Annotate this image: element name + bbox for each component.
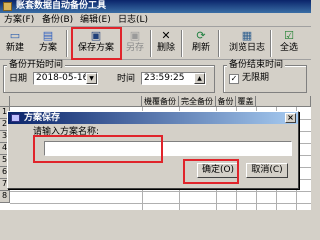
grid-header[interactable]: [256, 96, 311, 107]
grid-header[interactable]: 备份: [216, 96, 236, 107]
refresh-button[interactable]: ⟳ 刷新: [190, 29, 212, 58]
grid-header[interactable]: 機覆备份: [142, 96, 179, 107]
menu-log[interactable]: 日志(L): [118, 14, 148, 26]
unlimited-label: 无限期: [242, 73, 270, 83]
toolbar: ▭ 新建 ▤ 方案 ▣ 保存方案 ▣ 另存 ✕ 删除 ⟳ 刷新 ▦ 浏览日志 ☑…: [0, 27, 311, 60]
log-icon: ▦: [241, 29, 253, 42]
date-label: 日期: [9, 74, 28, 84]
scheme-icon: ▤: [42, 29, 54, 42]
refresh-icon: ⟳: [196, 29, 206, 42]
floppy-save-icon: ▣: [90, 29, 102, 42]
grid-line: [10, 191, 311, 192]
dialog-prompt: 请输入方案名称:: [33, 127, 100, 137]
view-log-button[interactable]: ▦ 浏览日志: [226, 29, 268, 58]
backup-start-title: 备份开始时间: [7, 60, 66, 70]
date-picker[interactable]: 2018-05-16 ▼: [33, 72, 98, 85]
toolbar-separator: [150, 30, 152, 57]
toolbar-separator: [66, 30, 68, 57]
menu-edit[interactable]: 编辑(E): [80, 14, 111, 26]
close-icon[interactable]: ×: [285, 113, 296, 123]
new-button[interactable]: ▭ 新建: [4, 29, 26, 58]
menu-backup[interactable]: 备份(B): [42, 14, 73, 26]
window-title: 账套数据自动备份工具: [16, 1, 107, 11]
delete-button[interactable]: ✕ 删除: [155, 29, 177, 58]
toolbar-separator: [181, 30, 183, 57]
new-doc-icon: ▭: [9, 29, 21, 42]
scheme-button[interactable]: ▤ 方案: [36, 29, 60, 58]
toolbar-separator: [270, 30, 272, 57]
save-as-button[interactable]: ▣ 另存: [124, 29, 146, 58]
dialog-icon: [11, 114, 20, 122]
ok-button[interactable]: 确定(O): [197, 163, 239, 178]
window-title-bar[interactable]: 账套数据自动备份工具: [0, 0, 311, 13]
select-all-button[interactable]: ☑ 全选: [276, 29, 302, 58]
time-label: 时间: [117, 74, 136, 84]
row-number[interactable]: 8: [0, 191, 10, 203]
scheme-name-input[interactable]: [44, 141, 292, 156]
dialog-title-bar[interactable]: 方案保存 ×: [8, 112, 298, 124]
dialog-title: 方案保存: [24, 113, 61, 123]
time-value: 23:59:25: [144, 73, 185, 83]
cancel-button[interactable]: 取消(C): [246, 163, 288, 178]
unlimited-checkbox[interactable]: ✓: [229, 74, 239, 84]
save-scheme-button[interactable]: ▣ 保存方案: [73, 29, 119, 58]
toolbar-separator: [218, 30, 220, 57]
grid-header[interactable]: [10, 96, 142, 107]
delete-x-icon: ✕: [161, 29, 171, 42]
menu-bar: 方案(F) 备份(B) 编辑(E) 日志(L): [0, 13, 311, 27]
chevron-down-icon[interactable]: ▼: [86, 73, 97, 84]
grid-header[interactable]: 完全备份: [179, 96, 216, 107]
grid-line: [10, 203, 311, 204]
grid-header[interactable]: 覆盖: [236, 96, 256, 107]
app-icon: [3, 2, 12, 11]
check-all-icon: ☑: [284, 29, 294, 42]
save-scheme-dialog: 方案保存 × 请输入方案名称: 确定(O) 取消(C): [7, 111, 299, 189]
save-as-icon: ▣: [129, 29, 141, 42]
time-picker[interactable]: 23:59:25 ▲: [141, 72, 206, 85]
menu-scheme[interactable]: 方案(F): [4, 14, 34, 26]
spin-icon[interactable]: ▲: [194, 73, 205, 84]
grid-corner: [0, 96, 10, 107]
backup-end-title: 备份结束时间: [227, 60, 286, 70]
date-value: 2018-05-16: [36, 73, 89, 83]
